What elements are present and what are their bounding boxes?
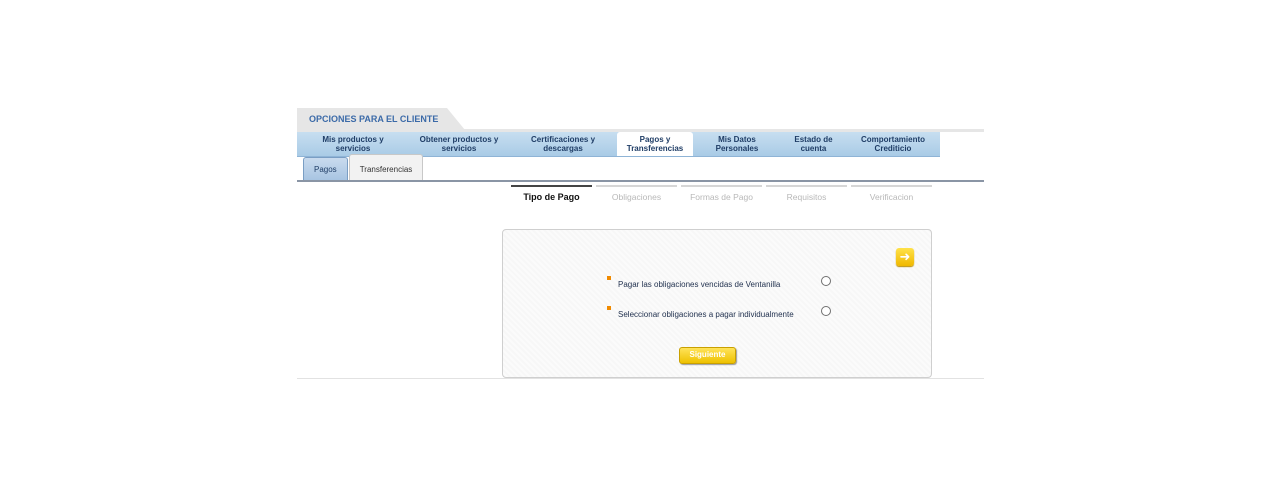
subtab-pagos[interactable]: Pagos: [303, 157, 348, 180]
step-progress: Tipo de Pago Obligaciones Formas de Pago…: [511, 185, 936, 202]
radio-ventanilla[interactable]: [821, 276, 831, 286]
step-verificacion: Verificacion: [851, 185, 932, 202]
tab-comportamiento[interactable]: Comportamiento Crediticio: [846, 132, 940, 156]
payment-type-panel: ➜ Pagar las obligaciones vencidas de Ven…: [502, 229, 932, 378]
tab-estado-cuenta[interactable]: Estado de cuenta: [781, 132, 846, 156]
tab-certificaciones[interactable]: Certificaciones y descargas: [509, 132, 617, 156]
step-obligaciones: Obligaciones: [596, 185, 677, 202]
bottom-divider: [297, 378, 984, 379]
subtab-divider: [297, 180, 984, 182]
main-nav: Mis productos y servicios Obtener produc…: [297, 132, 940, 156]
option-row: Seleccionar obligaciones a pagar individ…: [607, 306, 794, 319]
siguiente-button[interactable]: Siguiente: [679, 347, 736, 364]
bullet-icon: [607, 276, 611, 280]
step-formas-de-pago: Formas de Pago: [681, 185, 762, 202]
tab-pagos-transferencias[interactable]: Pagos y Transferencias: [617, 132, 693, 156]
option-label-individual: Seleccionar obligaciones a pagar individ…: [618, 310, 794, 319]
tab-mis-datos[interactable]: Mis Datos Personales: [693, 132, 781, 156]
tab-mis-productos[interactable]: Mis productos y servicios: [297, 132, 409, 156]
radio-individual[interactable]: [821, 306, 831, 316]
option-label-ventanilla: Pagar las obligaciones vencidas de Venta…: [618, 280, 781, 289]
tab-obtener-productos[interactable]: Obtener productos y servicios: [409, 132, 509, 156]
step-requisitos: Requisitos: [766, 185, 847, 202]
page-title: OPCIONES PARA EL CLIENTE: [297, 108, 465, 130]
bullet-icon: [607, 306, 611, 310]
option-row: Pagar las obligaciones vencidas de Venta…: [607, 276, 781, 289]
arrow-right-icon: ➜: [899, 249, 911, 264]
sub-tabs: Pagos Transferencias: [303, 154, 424, 181]
client-options-frame: OPCIONES PARA EL CLIENTE Mis productos y…: [297, 108, 984, 380]
next-arrow-button[interactable]: ➜: [896, 248, 914, 266]
subtab-transferencias[interactable]: Transferencias: [348, 154, 424, 180]
step-tipo-de-pago: Tipo de Pago: [511, 185, 592, 202]
